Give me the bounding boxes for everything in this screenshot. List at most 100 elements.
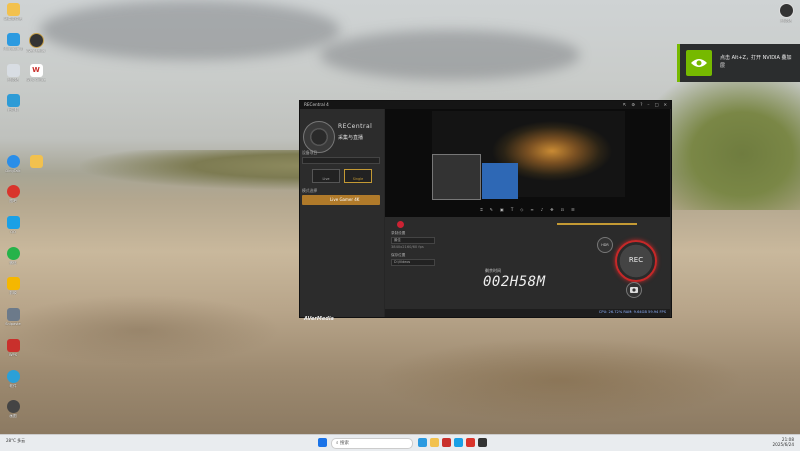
device-button[interactable]: Live Gamer 4K bbox=[302, 195, 380, 205]
desktop-icon-wps[interactable]: WPS bbox=[3, 339, 23, 357]
notification-text: 点击 Alt+Z，打开 NVIDIA 叠加层 bbox=[720, 55, 792, 69]
nvidia-eye-icon bbox=[691, 59, 707, 67]
wechat-icon bbox=[6, 247, 20, 260]
taskbar-chrome-icon[interactable] bbox=[454, 438, 463, 447]
shape-icon[interactable]: ◇ bbox=[520, 207, 523, 215]
edge-icon bbox=[6, 33, 20, 46]
desktop-icon-paint[interactable]: 画图 bbox=[3, 400, 23, 418]
search-box[interactable]: ⌕ 搜索 bbox=[331, 438, 413, 449]
status-text: CPU: 26.72% RAM: 9.64GB 59.94 FPS bbox=[598, 310, 666, 314]
window-title: RECentral 4 bbox=[304, 102, 329, 107]
crop-icon[interactable]: ⌗ bbox=[480, 207, 482, 215]
desktop-icon-snipaste[interactable]: Snipaste bbox=[3, 308, 23, 326]
control-panel: 录制设置 最佳 3840x2160/60 fps 保存位置 D:\Videos … bbox=[385, 217, 670, 309]
desktop-icon-jianying[interactable]: 剪映 bbox=[3, 277, 23, 295]
quality-select[interactable]: 最佳 bbox=[391, 237, 435, 244]
system-clock[interactable]: 21:08 2025/6/24 bbox=[773, 437, 794, 447]
desktop-icon-qq[interactable]: QQ bbox=[3, 216, 23, 234]
dingtalk-icon bbox=[6, 155, 20, 168]
pen-icon[interactable]: ✎ bbox=[490, 207, 493, 215]
record-settings-label: 录制设置 bbox=[391, 231, 406, 235]
taskbar-explorer-icon[interactable] bbox=[430, 438, 439, 447]
remaining-time: 002H58M bbox=[483, 274, 546, 290]
snipaste-icon bbox=[6, 308, 20, 321]
source-live[interactable]: Live bbox=[312, 169, 340, 183]
start-icon[interactable] bbox=[318, 438, 327, 447]
cloud bbox=[320, 30, 580, 80]
sidebar: RECentral 采集与直播 设备项目 Live Single 模式选择 Li… bbox=[300, 109, 384, 322]
section-video-source: 设备项目 bbox=[302, 150, 318, 155]
desktop-icon-folder[interactable]: 新建文件夹 bbox=[3, 3, 23, 21]
wps-office-icon: W bbox=[29, 64, 43, 77]
qq-icon bbox=[6, 216, 20, 229]
camera-icon[interactable] bbox=[626, 282, 642, 298]
app-icon bbox=[6, 185, 20, 198]
cloud bbox=[40, 0, 340, 60]
desktop-icon-recycle[interactable]: 回收站 bbox=[3, 64, 23, 82]
desktop-icon-wechat[interactable]: 微信 bbox=[3, 247, 23, 265]
brand-name: RECentral bbox=[338, 123, 373, 130]
computer-icon bbox=[6, 94, 20, 107]
folder-icon bbox=[6, 3, 20, 16]
path-select[interactable]: D:\Videos bbox=[391, 259, 435, 266]
layers-icon[interactable]: ≡ bbox=[530, 207, 533, 215]
source-single[interactable]: Single bbox=[344, 169, 372, 183]
wps-icon bbox=[6, 339, 20, 352]
desktop-icon-software[interactable]: 软件 bbox=[3, 370, 23, 388]
desktop-icon-folder2[interactable] bbox=[26, 155, 46, 168]
minimize-icon[interactable]: – bbox=[647, 102, 649, 107]
help-icon[interactable]: ? bbox=[640, 102, 642, 107]
record-indicator-icon[interactable] bbox=[397, 221, 404, 228]
desktop-icon-dingtalk[interactable]: DingTalk bbox=[3, 155, 23, 173]
desktop-icon-right[interactable]: 回收站 bbox=[776, 3, 796, 23]
weather-widget[interactable]: 28°C 多云 bbox=[6, 438, 25, 443]
status-bar: CPU: 26.72% RAM: 9.64GB 59.94 FPS bbox=[385, 309, 670, 317]
nvidia-notification[interactable]: 点击 Alt+Z，打开 NVIDIA 叠加层 bbox=[677, 44, 800, 82]
close-icon[interactable]: ✕ bbox=[663, 102, 667, 107]
blue-thumbnail[interactable] bbox=[482, 163, 518, 199]
steam-icon bbox=[778, 3, 794, 18]
maximize-icon[interactable]: □ bbox=[655, 102, 659, 107]
desktop-icon-app[interactable]: 图吧 bbox=[3, 185, 23, 203]
settings-icon[interactable]: ⚙ bbox=[631, 102, 635, 107]
recentral-icon bbox=[28, 33, 44, 48]
volume-slider[interactable] bbox=[557, 223, 637, 225]
text-icon[interactable]: T bbox=[511, 207, 513, 215]
taskbar-recentral-icon[interactable] bbox=[478, 438, 487, 447]
volume-fill bbox=[557, 223, 637, 225]
recycle-bin-icon bbox=[6, 64, 20, 77]
overlay-thumbnail[interactable] bbox=[432, 154, 481, 200]
taskbar-edge-icon[interactable] bbox=[418, 438, 427, 447]
audio-icon[interactable]: ♪ bbox=[541, 207, 544, 215]
clock-date: 2025/6/24 bbox=[772, 442, 794, 447]
taskbar: 28°C 多云 ⌕ 搜索 21:08 2025/6/24 bbox=[0, 434, 800, 451]
taskbar-wps-icon[interactable] bbox=[442, 438, 451, 447]
desktop-icon-wps-office[interactable]: W WPS Office bbox=[26, 64, 46, 82]
source-select[interactable] bbox=[302, 157, 380, 164]
desktop-icon-recentral[interactable]: AVerMedia RECentral 4 bbox=[26, 33, 46, 53]
avermedia-logo: AVerMedia bbox=[304, 316, 334, 322]
hdr-button[interactable]: HDR bbox=[597, 237, 613, 253]
preview-area: ⌗ ✎ ▣ T ◇ ≡ ♪ ✥ ⊡ ☰ bbox=[385, 109, 670, 217]
desktop-icon-pc[interactable]: 此电脑 bbox=[3, 94, 23, 112]
path-label: 保存位置 bbox=[391, 253, 406, 257]
desktop-icon-edge[interactable]: Microsoft Edge bbox=[3, 33, 23, 51]
jianying-icon bbox=[6, 277, 20, 290]
resolution-text: 3840x2160/60 fps bbox=[391, 245, 424, 249]
move-icon[interactable]: ✥ bbox=[550, 207, 553, 215]
title-bar: RECentral 4 ⇱ ⚙ ? – □ ✕ bbox=[300, 101, 671, 109]
taskbar-app-icon[interactable] bbox=[466, 438, 475, 447]
share-icon[interactable]: ⇱ bbox=[623, 102, 627, 107]
image-icon[interactable]: ▣ bbox=[500, 207, 504, 215]
section-mode: 模式选择 bbox=[302, 188, 318, 193]
nvidia-icon bbox=[686, 50, 712, 76]
folder-icon bbox=[29, 155, 43, 168]
brand-subtitle: 采集与直播 bbox=[338, 135, 364, 141]
recentral-window: RECentral 4 ⇱ ⚙ ? – □ ✕ RECentral 采集与直播 … bbox=[299, 100, 672, 322]
search-icon: ⌕ bbox=[336, 441, 339, 446]
record-button[interactable]: REC bbox=[615, 240, 657, 282]
preview-toolbar: ⌗ ✎ ▣ T ◇ ≡ ♪ ✥ ⊡ ☰ bbox=[385, 207, 670, 215]
screenshot-icon[interactable]: ⊡ bbox=[561, 207, 564, 215]
mode-dial-icon[interactable] bbox=[303, 121, 335, 153]
menu-icon[interactable]: ☰ bbox=[571, 207, 575, 215]
